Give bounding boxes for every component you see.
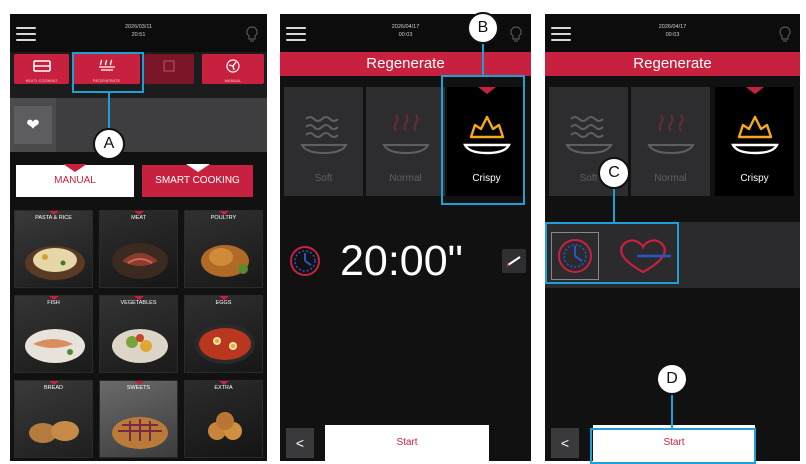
- probe-button[interactable]: [502, 249, 526, 273]
- back-button[interactable]: <: [286, 428, 314, 458]
- crispy-icon: [731, 115, 779, 155]
- category-label: SWEETS: [126, 385, 151, 391]
- datetime: 2026/04/17 00:03: [545, 23, 800, 39]
- tab-icon: [163, 60, 175, 72]
- category-label: PASTA & RICE: [35, 215, 72, 221]
- start-button[interactable]: Start: [325, 425, 489, 461]
- lightbulb-icon[interactable]: [509, 26, 523, 44]
- lightbulb-icon[interactable]: [778, 26, 792, 44]
- timer-row: 20:00": [288, 236, 528, 286]
- category-extra[interactable]: EXTRA: [184, 380, 263, 458]
- poultry-photo: [201, 245, 249, 277]
- top-bar: 2026/04/17 00:03: [545, 14, 800, 52]
- tab-label: MANUAL: [224, 78, 242, 83]
- time: 00:03: [665, 32, 680, 38]
- callout-line-a: [108, 93, 110, 129]
- bottom-bar: < Start: [280, 425, 531, 461]
- category-bread[interactable]: BREAD: [14, 380, 93, 458]
- callout-box-d: [590, 428, 756, 464]
- tab-multi-cooking[interactable]: MULTI COOKING: [14, 54, 69, 84]
- pasta-photo: [25, 246, 85, 280]
- bread-photo: [29, 421, 79, 443]
- callout-label-d: D: [656, 363, 688, 395]
- option-label: Normal: [654, 173, 687, 184]
- heart-icon: ❤: [26, 117, 40, 134]
- eggs-photo: [195, 324, 255, 364]
- soft-icon: [565, 116, 613, 155]
- category-label: EXTRA: [214, 385, 233, 391]
- manual-button[interactable]: MANUAL: [16, 164, 134, 197]
- sweets-photo: [112, 417, 168, 449]
- option-label: Soft: [314, 173, 333, 184]
- tab-manual[interactable]: MANUAL: [202, 54, 264, 84]
- option-label: Crispy: [740, 173, 769, 184]
- top-bar: 2026/03/11 20:51: [10, 14, 267, 52]
- category-eggs[interactable]: EGGS: [184, 295, 263, 373]
- tab-disabled[interactable]: [144, 54, 194, 84]
- category-label: MEAT: [131, 215, 146, 221]
- favorites-row: ❤: [10, 98, 267, 152]
- soft-icon: [300, 116, 348, 155]
- regenerate-options: Soft Normal Crispy: [545, 87, 800, 211]
- time: 20:51: [131, 32, 146, 38]
- timer-value[interactable]: 20:00": [340, 236, 463, 286]
- callout-box-b: [441, 75, 525, 205]
- category-meat[interactable]: MEAT: [99, 210, 178, 288]
- datetime: 2026/03/11 20:51: [10, 23, 267, 39]
- probe-icon: [506, 256, 521, 267]
- favorites-area: [56, 98, 267, 152]
- option-crispy[interactable]: Crispy: [715, 87, 794, 196]
- callout-box-c: [545, 222, 679, 284]
- smart-cooking-button[interactable]: SMART COOKING: [142, 164, 253, 197]
- option-soft[interactable]: Soft: [284, 87, 363, 196]
- back-button[interactable]: <: [551, 428, 579, 458]
- category-label: BREAD: [44, 385, 63, 391]
- category-fish[interactable]: FISH: [14, 295, 93, 373]
- normal-icon: [647, 114, 695, 155]
- page-title: Regenerate: [280, 52, 531, 76]
- clock-icon[interactable]: [288, 244, 322, 278]
- category-poultry[interactable]: POULTRY: [184, 210, 263, 288]
- favorites-button[interactable]: ❤: [14, 106, 52, 144]
- callout-label-c: C: [598, 157, 630, 189]
- meat-photo: [112, 243, 168, 279]
- fan-icon: [226, 59, 240, 73]
- category-label: FISH: [47, 300, 60, 306]
- fish-photo: [25, 329, 85, 363]
- callout-label-a: A: [93, 128, 125, 160]
- page-title: Regenerate: [545, 52, 800, 76]
- category-vegetables[interactable]: VEGETABLES: [99, 295, 178, 373]
- date: 2026/03/11: [124, 24, 153, 30]
- category-label: EGGS: [215, 300, 232, 306]
- category-pasta-rice[interactable]: PASTA & RICE: [14, 210, 93, 288]
- option-normal[interactable]: Normal: [366, 87, 445, 196]
- callout-box-a: [72, 52, 144, 93]
- callout-line-b: [482, 42, 484, 76]
- vegetables-photo: [112, 329, 168, 363]
- category-label: VEGETABLES: [120, 300, 157, 306]
- category-sweets[interactable]: SWEETS: [99, 380, 178, 458]
- selected-marker: [745, 87, 764, 94]
- category-label: POULTRY: [210, 215, 237, 221]
- option-normal[interactable]: Normal: [631, 87, 710, 196]
- callout-label-b: B: [467, 12, 499, 44]
- smart-cooking-label: SMART COOKING: [155, 175, 240, 186]
- option-label: Normal: [389, 173, 422, 184]
- normal-icon: [382, 114, 430, 155]
- callout-line-c: [613, 187, 615, 223]
- lightbulb-icon[interactable]: [245, 26, 259, 44]
- manual-label: MANUAL: [54, 175, 96, 186]
- tab-label: MULTI COOKING: [25, 78, 58, 83]
- shelves-icon: [32, 60, 51, 72]
- extra-photo: [208, 412, 242, 440]
- callout-line-d: [671, 394, 673, 429]
- date: 2026/04/17: [658, 24, 687, 30]
